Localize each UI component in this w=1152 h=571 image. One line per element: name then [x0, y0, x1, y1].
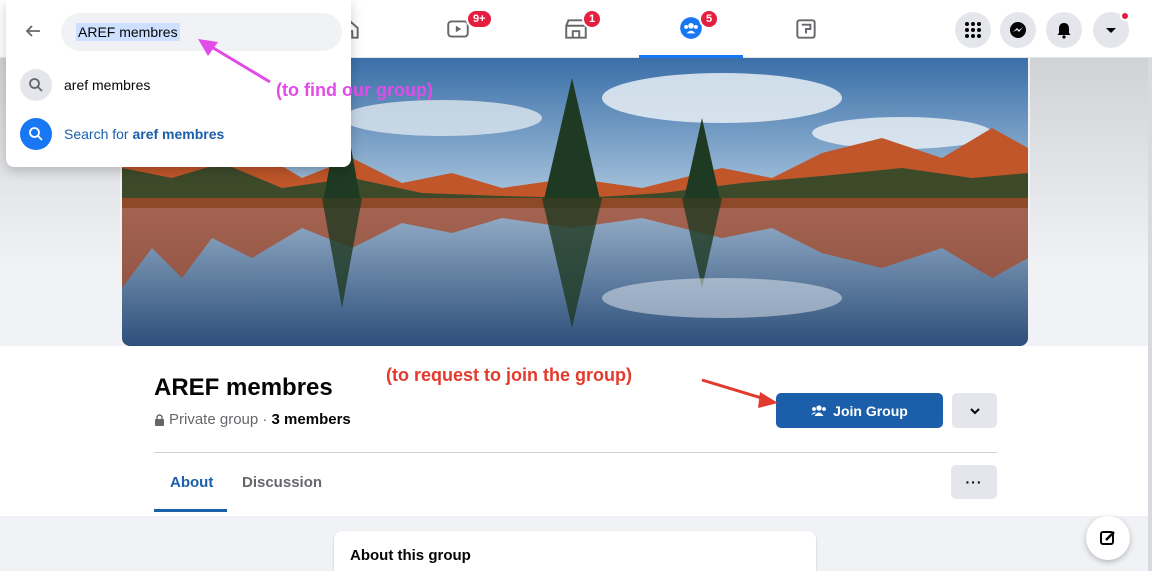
join-group-button[interactable]: Join Group	[776, 393, 943, 428]
about-group-heading: About this group	[350, 547, 471, 564]
more-options-button[interactable]: ···	[951, 465, 997, 499]
group-options-dropdown[interactable]	[952, 393, 997, 428]
group-title: AREF membres	[154, 374, 333, 401]
messenger-button[interactable]	[1000, 12, 1036, 48]
tab-discussion[interactable]: Discussion	[242, 466, 322, 512]
menu-grid-icon	[965, 22, 981, 38]
annotation-join-group: (to request to join the group)	[386, 365, 632, 385]
group-member-count: 3 members	[271, 411, 351, 428]
account-caret-icon	[1106, 28, 1116, 33]
search-for-label: Search for aref membres	[64, 126, 225, 142]
more-options-icon: ···	[965, 474, 983, 490]
nav-tab-watch[interactable]: 9+	[406, 0, 510, 58]
messenger-icon	[1010, 22, 1026, 38]
groups-add-icon	[811, 404, 827, 416]
nav-tab-gaming[interactable]	[754, 0, 858, 58]
about-group-card: About this group	[334, 531, 816, 571]
search-icon	[20, 69, 52, 101]
search-suggestion-label: aref membres	[64, 77, 151, 93]
nav-tab-marketplace[interactable]: 1	[524, 0, 628, 58]
notifications-icon	[1057, 23, 1071, 39]
search-input[interactable]	[61, 13, 342, 51]
account-button[interactable]	[1093, 11, 1130, 48]
page-background-right	[1030, 58, 1152, 268]
account-notification-dot	[1120, 11, 1130, 21]
search-icon	[20, 118, 52, 150]
gaming-icon	[796, 19, 816, 39]
new-message-button[interactable]	[1086, 516, 1130, 560]
back-arrow-icon[interactable]	[24, 22, 42, 40]
chevron-down-icon	[969, 407, 980, 414]
compose-icon	[1100, 531, 1115, 545]
join-group-label: Join Group	[833, 402, 908, 419]
nav-tab-groups[interactable]: 5	[639, 0, 743, 58]
header-divider	[154, 452, 997, 453]
marketplace-badge: 1	[582, 9, 603, 29]
groups-badge: 5	[699, 9, 720, 29]
group-meta: Private group · 3 members	[154, 411, 351, 428]
search-for-option[interactable]: Search for aref membres	[20, 114, 340, 154]
notifications-button[interactable]	[1046, 12, 1082, 48]
tab-about[interactable]: About	[154, 466, 227, 512]
annotation-find-group: (to find our group)	[276, 80, 433, 100]
watch-badge: 9+	[466, 9, 493, 29]
scrollbar[interactable]	[1148, 58, 1152, 571]
group-privacy: Private group · 3 members	[169, 411, 351, 428]
menu-button[interactable]	[955, 12, 991, 48]
lock-icon	[155, 413, 164, 426]
